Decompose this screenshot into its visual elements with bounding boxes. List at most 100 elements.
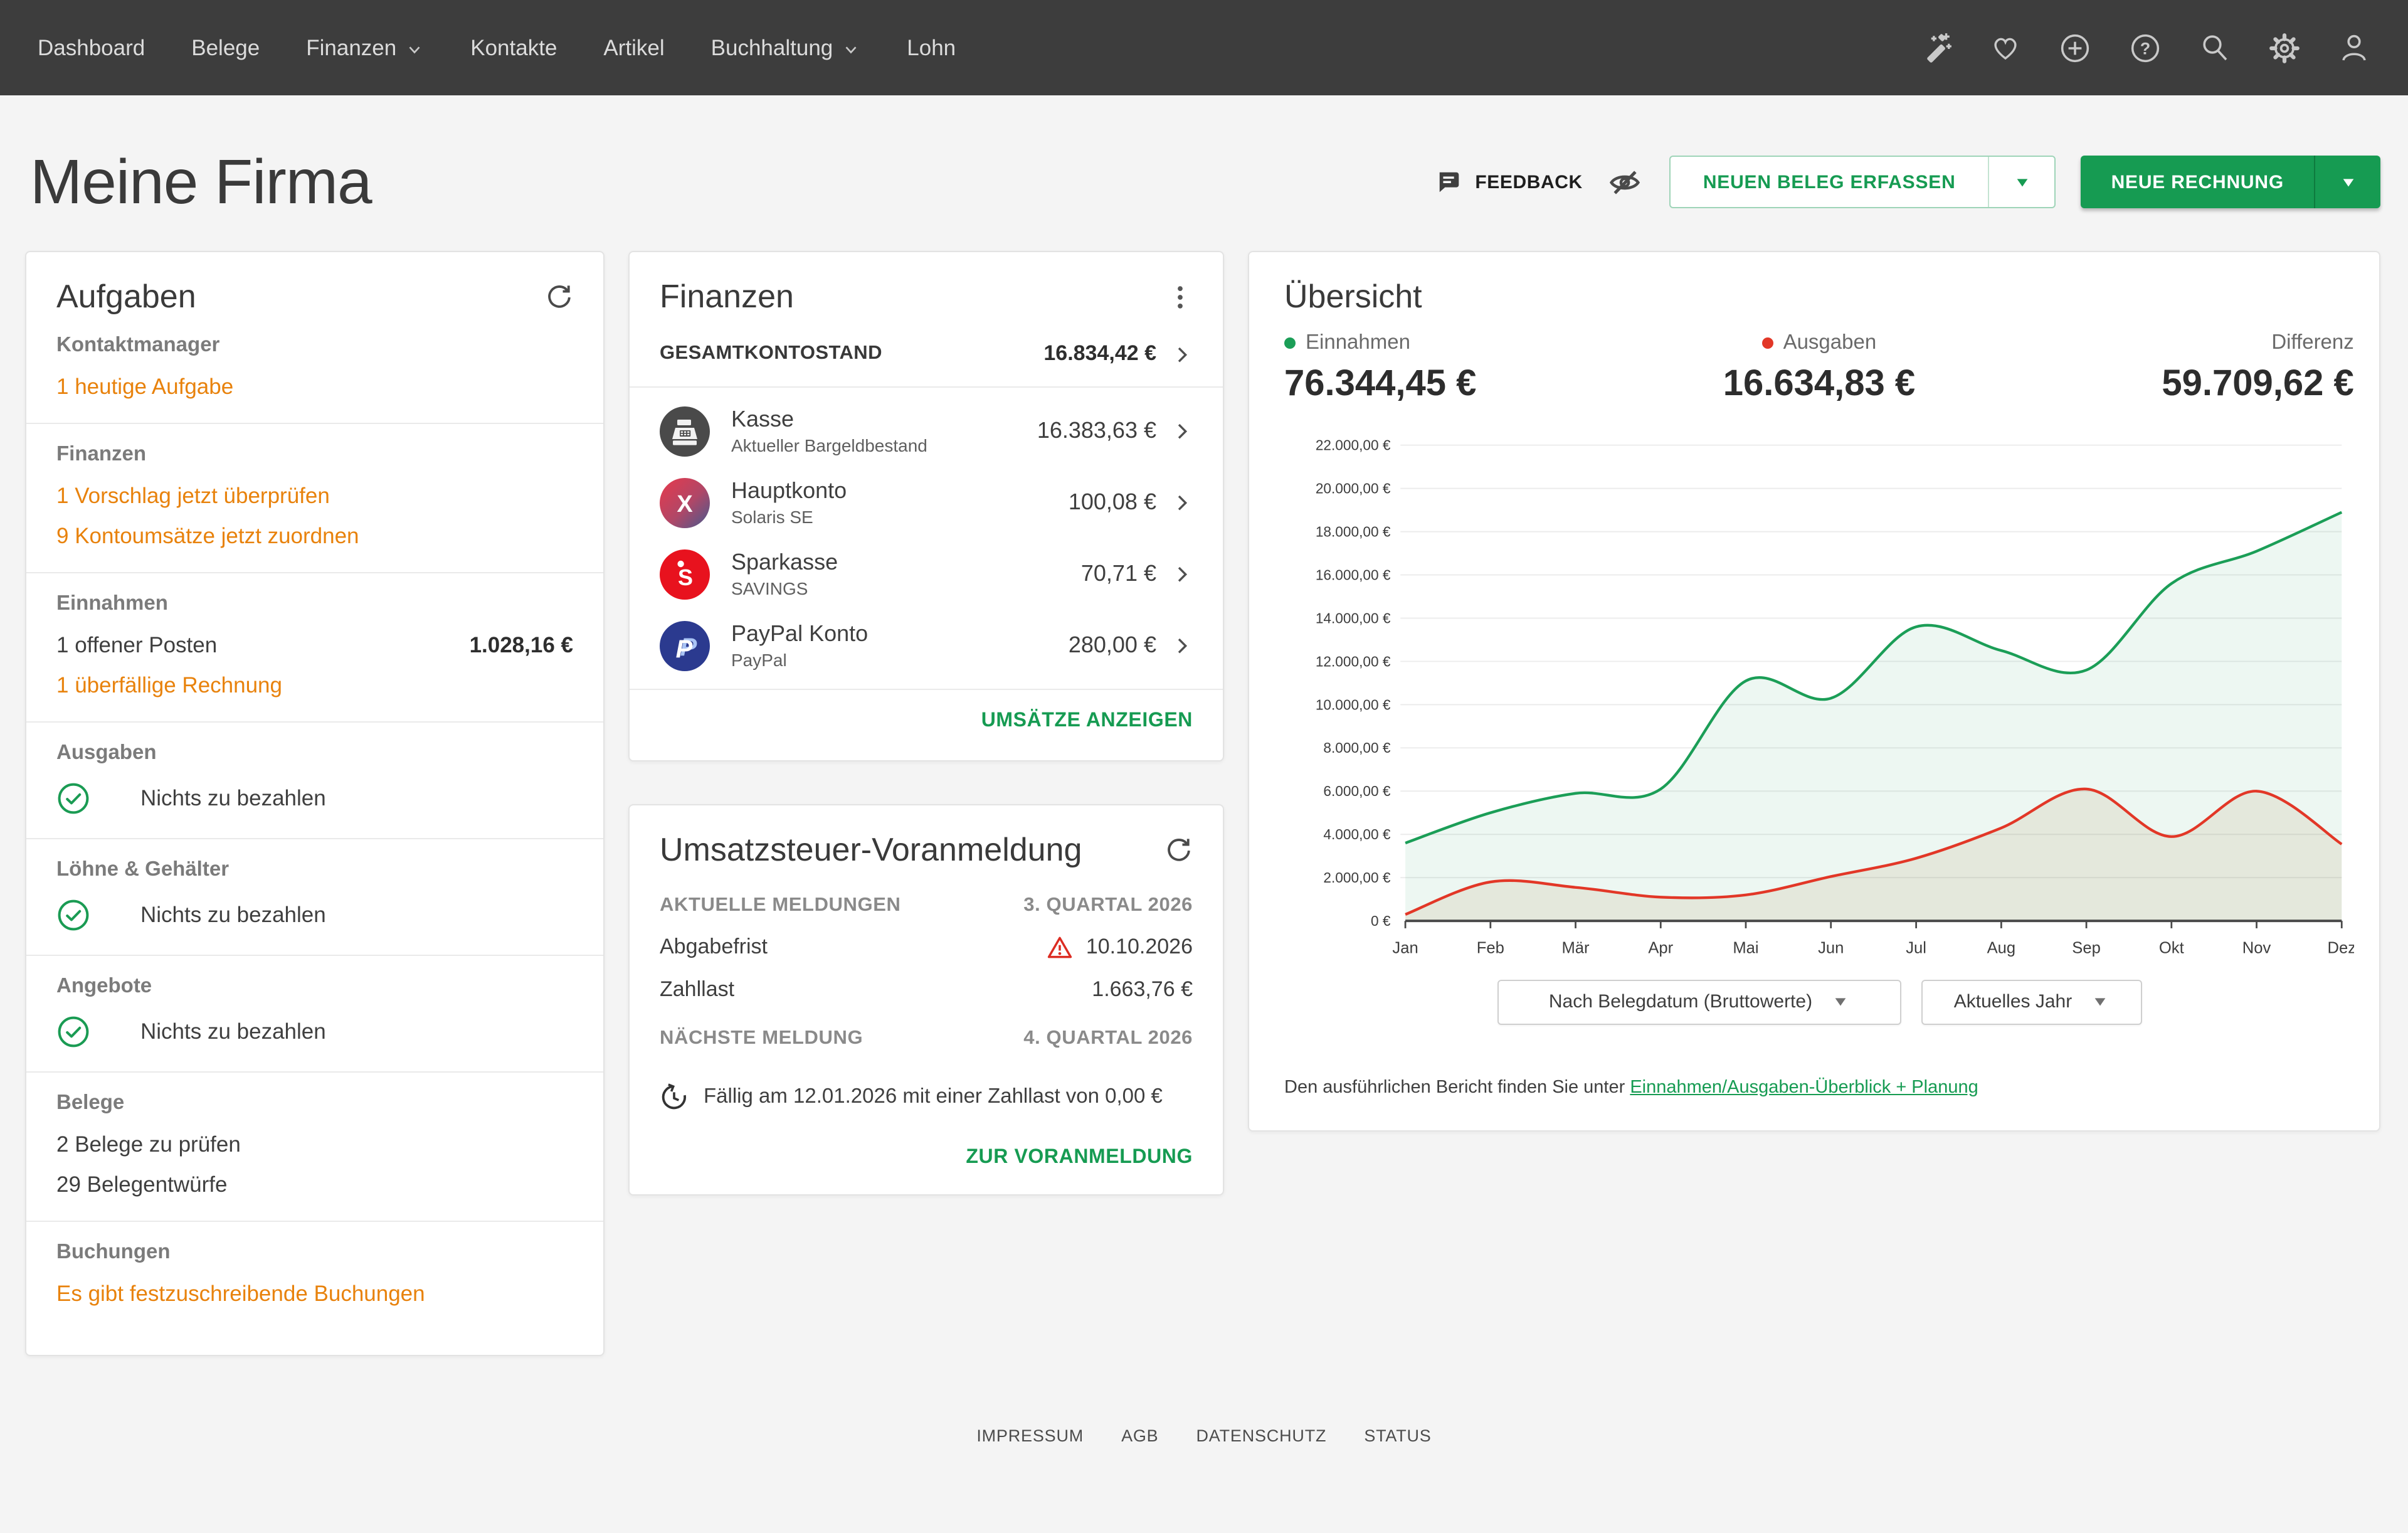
period-select[interactable]: Aktuelles Jahr <box>1921 979 2141 1024</box>
footer-link-datenschutz[interactable]: DATENSCHUTZ <box>1196 1426 1327 1445</box>
svg-text:Mär: Mär <box>1561 939 1590 957</box>
svg-text:12.000,00 €: 12.000,00 € <box>1316 653 1391 669</box>
nav-item-dashboard[interactable]: Dashboard <box>38 34 145 61</box>
nav-item-lohn[interactable]: Lohn <box>907 34 956 61</box>
task-section-kontaktmanager: Kontaktmanager 1 heutige Aufgabe <box>26 324 603 423</box>
select-value: Nach Belegdatum (Bruttowerte) <box>1548 991 1813 1012</box>
svg-text:Jan: Jan <box>1392 939 1418 957</box>
svg-text:4.000,00 €: 4.000,00 € <box>1323 826 1390 842</box>
task-link[interactable]: 9 Kontoumsätze jetzt zuordnen <box>56 523 359 549</box>
overview-card: Übersicht Einnahmen 76.344,45 € Ausgaben … <box>1248 251 2380 1131</box>
show-transactions-link[interactable]: UMSÄTZE ANZEIGEN <box>981 710 1193 733</box>
check-circle-icon <box>56 898 90 932</box>
feedback-bubble-icon <box>1436 169 1462 195</box>
task-section-einnahmen: Einnahmen 1 offener Posten 1.028,16 € 1 übe… <box>26 572 603 721</box>
footer-link-agb[interactable]: AGB <box>1121 1426 1158 1445</box>
svg-text:Mai: Mai <box>1733 939 1758 957</box>
refresh-icon[interactable] <box>544 282 573 311</box>
task-item[interactable]: 29 Belegentwürfe <box>56 1172 573 1198</box>
account-subtitle: PayPal <box>731 649 787 670</box>
stat-ausgaben: Ausgaben 16.634,83 € <box>1641 331 1998 405</box>
chevron-right-icon <box>1171 420 1193 442</box>
gear-icon[interactable] <box>2268 31 2301 65</box>
account-row-paypal-konto[interactable]: PP PayPal Konto PayPal 280,00 € <box>660 610 1193 681</box>
svg-text:20.000,00 €: 20.000,00 € <box>1316 480 1391 497</box>
account-row-hauptkonto[interactable]: X Hauptkonto Solaris SE 100,08 € <box>660 467 1193 538</box>
task-link[interactable]: 1 heutige Aufgabe <box>56 374 233 400</box>
nav-item-belege[interactable]: Belege <box>191 34 260 61</box>
task-item[interactable]: 2 Belege zu prüfen <box>56 1132 573 1158</box>
nav-item-kontakte[interactable]: Kontakte <box>470 34 557 61</box>
heart-icon[interactable] <box>1989 31 2022 64</box>
legend-dot <box>1284 337 1296 349</box>
svg-text:22.000,00 €: 22.000,00 € <box>1316 437 1391 454</box>
task-item[interactable]: 1 offener Posten 1.028,16 € <box>56 632 573 659</box>
nav-item-artikel[interactable]: Artikel <box>603 34 664 61</box>
account-row-kasse[interactable]: Kasse Aktueller Bargeldbestand 16.383,63… <box>660 395 1193 467</box>
svg-text:Apr: Apr <box>1648 939 1673 957</box>
footer-link-status[interactable]: STATUS <box>1364 1426 1431 1445</box>
account-list: Kasse Aktueller Bargeldbestand 16.383,63… <box>630 386 1223 690</box>
task-link[interactable]: Es gibt festzuschreibende Buchungen <box>56 1281 425 1307</box>
svg-text:Okt: Okt <box>2159 939 2184 957</box>
task-section-heading: Angebote <box>56 975 152 997</box>
kebab-menu-icon[interactable] <box>1168 282 1193 312</box>
nav-item-buchhaltung[interactable]: Buchhaltung <box>711 34 861 61</box>
question-circle-icon[interactable]: ? <box>2128 31 2162 65</box>
account-balance: 70,71 € <box>1080 561 1156 586</box>
stat-differenz: Differenz 59.709,62 € <box>1997 331 2354 405</box>
tasks-card: Aufgaben Kontaktmanager 1 heutige Aufgabe… <box>25 251 605 1356</box>
new-invoice-button[interactable]: NEUE RECHNUNG <box>2081 156 2380 208</box>
task-sections: Kontaktmanager 1 heutige Aufgabe Finanzen 1… <box>26 324 603 1330</box>
account-row-sparkasse[interactable]: S Sparkasse SAVINGS 70,71 € <box>660 538 1193 610</box>
due-note: Fällig am 12.01.2026 mit einer Zahllast … <box>704 1085 1163 1108</box>
stat-einnahmen: Einnahmen 76.344,45 € <box>1284 331 1641 405</box>
nav-icon-bar: ? <box>1919 31 2370 65</box>
search-icon[interactable] <box>2199 31 2231 64</box>
task-link[interactable]: 1 überfällige Rechnung <box>56 672 282 699</box>
task-section-belege: Belege 2 Belege zu prüfen 29 Belegentwürfe <box>26 1071 603 1221</box>
svg-text:Nov: Nov <box>2242 939 2271 957</box>
header-actions: FEEDBACK NEUEN BELEG ERFASSEN NEUE RECHN… <box>1436 156 2380 208</box>
total-balance-row[interactable]: GESAMTKONTOSTAND 16.834,42 € <box>660 324 1193 386</box>
wand-icon[interactable] <box>1919 31 1953 65</box>
account-balance: 100,08 € <box>1068 489 1156 514</box>
tasks-card-title: Aufgaben <box>56 277 196 315</box>
stat-label: Ausgaben <box>1783 331 1877 354</box>
nav-item-label: Buchhaltung <box>710 34 833 60</box>
feedback-button[interactable]: FEEDBACK <box>1436 169 1583 195</box>
task-link[interactable]: 1 Vorschlag jetzt überprüfen <box>56 483 330 509</box>
nav-item-label: Artikel <box>603 34 665 60</box>
refresh-icon[interactable] <box>1164 835 1193 864</box>
svg-text:16.000,00 €: 16.000,00 € <box>1316 566 1391 583</box>
stat-value: 59.709,62 € <box>2162 364 2354 404</box>
footer-link-impressum[interactable]: IMPRESSUM <box>976 1426 1084 1445</box>
svg-text:P: P <box>676 635 693 662</box>
finance-card: Finanzen GESAMTKONTOSTAND 16.834,42 € Ka… <box>628 251 1224 761</box>
task-item-done: Nichts zu bezahlen <box>56 898 573 932</box>
nav-item-label: Belege <box>191 34 260 60</box>
page-footer: IMPRESSUM AGB DATENSCHUTZ STATUS <box>0 1426 2408 1495</box>
nav-item-label: Dashboard <box>38 34 145 60</box>
new-receipt-dropdown[interactable] <box>1988 157 2055 207</box>
plus-circle-icon[interactable] <box>2058 31 2092 65</box>
caret-down-icon <box>2092 994 2108 1010</box>
report-link[interactable]: Einnahmen/Ausgaben-Überblick + Planung <box>1630 1077 1978 1097</box>
tax-due-value: 1.663,76 € <box>1092 977 1193 1001</box>
legend-dot <box>1761 337 1773 349</box>
task-section-heading: Belege <box>56 1091 125 1114</box>
kasse-account-icon <box>660 406 710 456</box>
svg-text:Sep: Sep <box>2072 939 2101 957</box>
svg-text:Aug: Aug <box>1987 939 2016 957</box>
svg-text:Jun: Jun <box>1818 939 1844 957</box>
user-icon[interactable] <box>2338 31 2370 64</box>
value-basis-select[interactable]: Nach Belegdatum (Bruttowerte) <box>1497 979 1901 1024</box>
go-to-vat-return-link[interactable]: ZUR VORANMELDUNG <box>966 1147 1193 1169</box>
new-invoice-dropdown[interactable] <box>2314 156 2380 208</box>
new-receipt-button[interactable]: NEUEN BELEG ERFASSEN <box>1669 156 2056 208</box>
task-section-finanzen: Finanzen 1 Vorschlag jetzt überprüfen 9 Ko… <box>26 423 603 572</box>
hide-amounts-eye-off-icon[interactable] <box>1608 165 1642 199</box>
nav-item-finanzen[interactable]: Finanzen <box>306 34 424 61</box>
stat-label: Einnahmen <box>1306 331 1410 354</box>
svg-text:?: ? <box>2140 39 2151 58</box>
